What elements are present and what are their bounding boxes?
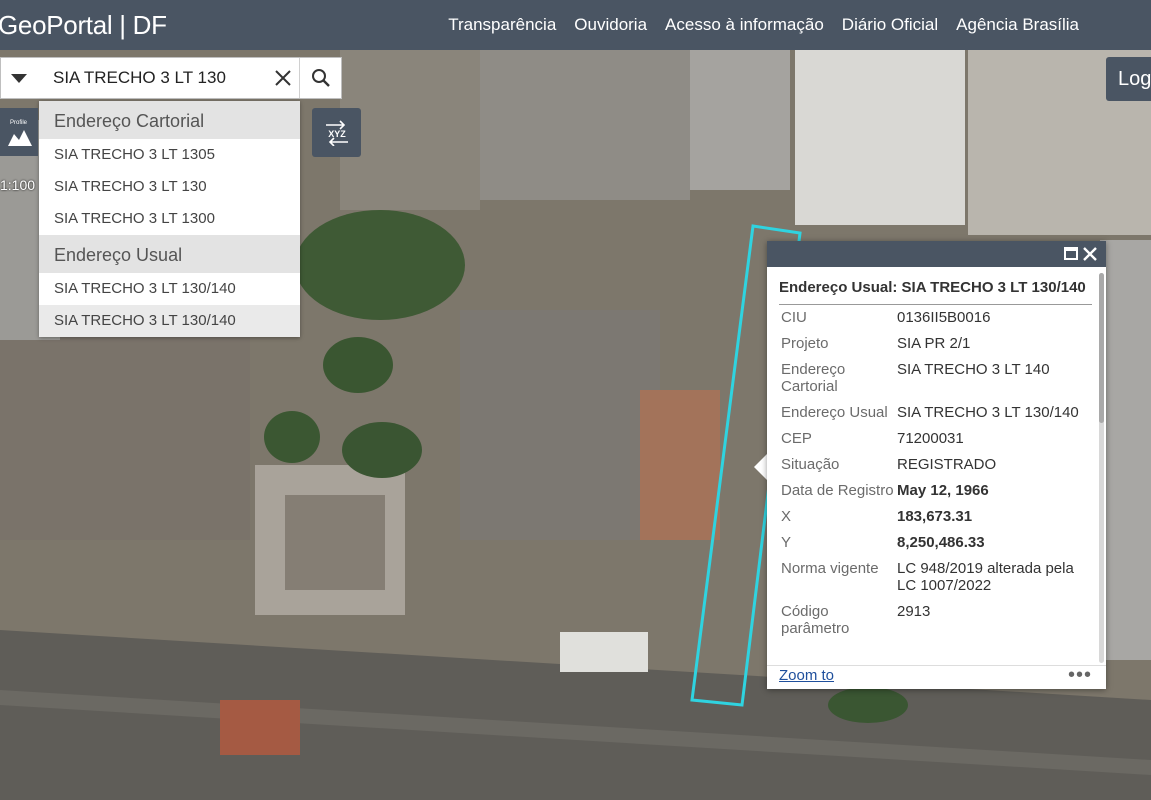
nav-agencia-brasilia[interactable]: Agência Brasília	[956, 15, 1079, 35]
top-header: GeoPortal | DF Transparência Ouvidoria A…	[0, 0, 1151, 50]
attr-label: Código parâmetro	[781, 603, 850, 637]
clear-search-button[interactable]	[267, 58, 299, 98]
scale-readout: 1:100	[0, 177, 36, 193]
attr-value: 2913	[897, 603, 931, 620]
suggestion-item[interactable]: SIA TRECHO 3 LT 130/140	[39, 273, 300, 305]
attr-value: LC 948/2019 alterada pela LC 1007/2022	[897, 560, 1074, 594]
suggestion-item[interactable]: SIA TRECHO 3 LT 1300	[39, 203, 300, 235]
attr-label: Endereço Usual	[781, 404, 888, 421]
suggestion-item-highlighted[interactable]: SIA TRECHO 3 LT 130/140	[39, 305, 300, 337]
search-bar	[0, 57, 342, 99]
nav-acesso-informacao[interactable]: Acesso à informação	[665, 15, 824, 35]
nav-ouvidoria[interactable]: Ouvidoria	[574, 15, 647, 35]
zoom-to-link[interactable]: Zoom to	[779, 667, 834, 684]
attr-label: CEP	[781, 430, 812, 447]
search-button[interactable]	[299, 58, 341, 98]
attr-value: SIA TRECHO 3 LT 140	[897, 361, 1050, 378]
attr-value: May 12, 1966	[897, 482, 989, 499]
attr-label: Situação	[781, 456, 840, 473]
popup-footer: Zoom to •••	[767, 664, 1106, 689]
attr-row-ciu: CIU 0136II5B0016	[767, 309, 1097, 326]
attr-value: 8,250,486.33	[897, 534, 985, 551]
attr-label: CIU	[781, 309, 807, 326]
attr-row-endereco-cartorial: Endereço Cartorial SIA TRECHO 3 LT 140	[767, 361, 1097, 395]
close-icon	[275, 70, 291, 86]
attr-row-data-registro: Data de Registro May 12, 1966	[767, 482, 1097, 499]
attr-value: SIA TRECHO 3 LT 130/140	[897, 404, 1079, 421]
attr-row-endereco-usual: Endereço Usual SIA TRECHO 3 LT 130/140	[767, 404, 1097, 421]
popup-scrollbar-thumb[interactable]	[1099, 273, 1104, 423]
attr-label: Norma vigente	[781, 560, 879, 577]
attr-value: SIA PR 2/1	[897, 335, 971, 352]
attr-row-cep: CEP 71200031	[767, 430, 1097, 447]
attr-value: REGISTRADO	[897, 456, 997, 473]
attr-value: 183,673.31	[897, 508, 973, 525]
caret-down-icon	[11, 73, 27, 83]
attr-label: Y	[781, 534, 792, 551]
search-suggestions: Endereço Cartorial SIA TRECHO 3 LT 1305 …	[39, 101, 300, 337]
popup-close-button[interactable]	[1080, 243, 1100, 265]
feature-popup: Endereço Usual: SIA TRECHO 3 LT 130/140 …	[767, 241, 1106, 689]
search-icon	[311, 69, 330, 87]
attr-row-situacao: Situação REGISTRADO	[767, 456, 1097, 473]
nav-diario-oficial[interactable]: Diário Oficial	[842, 15, 938, 35]
maximize-icon[interactable]	[1064, 247, 1078, 260]
attr-label: Endereço Cartorial	[781, 361, 846, 395]
suggestion-group-header: Endereço Cartorial	[39, 101, 300, 139]
attr-label: Data de Registro	[781, 482, 894, 499]
attr-label: X	[781, 508, 792, 525]
elevation-profile-button[interactable]: Profile	[0, 108, 38, 156]
popup-title: Endereço Usual: SIA TRECHO 3 LT 130/140	[779, 279, 1092, 305]
suggestion-group-header: Endereço Usual	[39, 235, 300, 273]
brand-logo[interactable]: GeoPortal | DF	[0, 10, 167, 41]
search-source-dropdown[interactable]	[1, 58, 37, 98]
attr-value: 0136II5B0016	[897, 309, 991, 326]
attr-row-x: X 183,673.31	[767, 508, 1097, 525]
popup-titlebar	[767, 241, 1106, 267]
close-icon	[1083, 247, 1097, 261]
popup-attributes[interactable]: CIU 0136II5B0016 Projeto SIA PR 2/1 Ende…	[767, 309, 1097, 665]
profile-icon: Profile	[8, 120, 32, 146]
attr-label: Projeto	[781, 335, 829, 352]
coordinate-tool-button[interactable]: XYZ	[312, 108, 361, 157]
xyz-swap-icon: XYZ	[325, 119, 348, 146]
login-button[interactable]: Log	[1106, 57, 1151, 101]
more-actions-button[interactable]: •••	[1068, 664, 1092, 687]
nav-transparencia[interactable]: Transparência	[448, 15, 556, 35]
attr-row-projeto: Projeto SIA PR 2/1	[767, 335, 1097, 352]
attr-value: 71200031	[897, 430, 964, 447]
search-input[interactable]	[37, 59, 267, 97]
attr-row-codigo-parametro: Código parâmetro 2913	[767, 603, 1097, 637]
suggestion-item[interactable]: SIA TRECHO 3 LT 1305	[39, 139, 300, 171]
attr-row-y: Y 8,250,486.33	[767, 534, 1097, 551]
attr-row-norma-vigente: Norma vigente LC 948/2019 alterada pela …	[767, 560, 1097, 594]
profile-label: Profile	[10, 120, 28, 126]
main-nav: Transparência Ouvidoria Acesso à informa…	[448, 0, 1079, 50]
popup-pointer	[754, 454, 767, 480]
suggestion-item[interactable]: SIA TRECHO 3 LT 130	[39, 171, 300, 203]
xyz-label: XYZ	[328, 129, 346, 139]
